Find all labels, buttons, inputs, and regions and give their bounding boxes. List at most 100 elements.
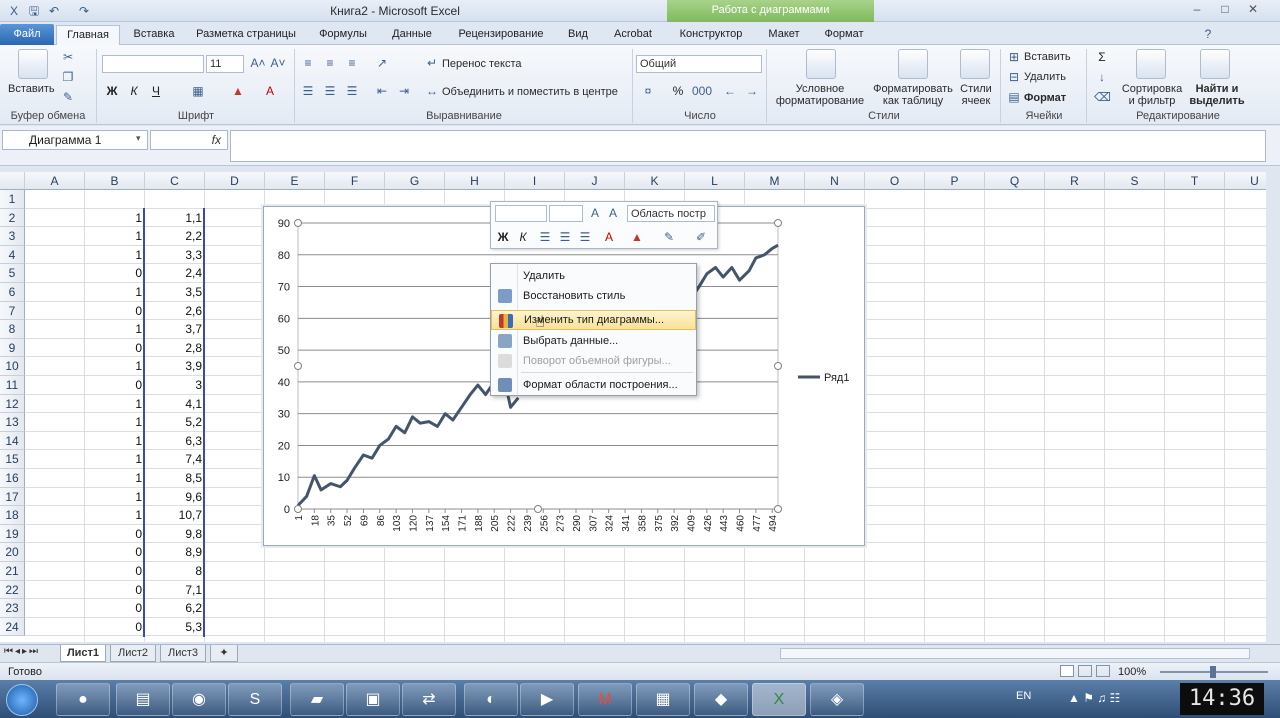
column-header[interactable]: M <box>745 172 805 190</box>
autosum-button[interactable]: Σ <box>1094 49 1110 65</box>
name-box-dropdown-icon[interactable]: ▾ <box>136 133 141 144</box>
sort-filter-icon[interactable] <box>1136 49 1166 79</box>
row-header[interactable]: 12 <box>0 394 25 414</box>
format-as-table-button[interactable]: Форматировать как таблицу <box>870 83 956 107</box>
cell-value[interactable]: 1 <box>85 506 145 524</box>
cell-value[interactable]: 0 <box>85 376 145 394</box>
cell-value[interactable]: 0 <box>85 581 145 599</box>
row-header[interactable]: 20 <box>0 543 25 562</box>
clock[interactable]: 14:36 <box>1180 683 1264 715</box>
menu-item-delete[interactable]: Удалить <box>491 266 696 286</box>
paste-button[interactable]: Вставить <box>8 83 55 95</box>
format-as-table-icon[interactable] <box>898 49 928 79</box>
excel-taskbar-icon[interactable]: X <box>752 683 806 716</box>
column-header[interactable]: Q <box>985 172 1045 190</box>
mini-fill-icon[interactable]: ▲ <box>629 229 645 245</box>
row-header[interactable]: 23 <box>0 599 25 618</box>
cell-value[interactable]: 0 <box>85 525 145 543</box>
normal-view-icon[interactable] <box>1060 665 1074 677</box>
cell-value[interactable]: 0 <box>85 562 145 580</box>
new-sheet-icon[interactable]: ✦ <box>210 645 238 662</box>
wrap-text-icon[interactable]: ↵ <box>424 55 440 71</box>
column-header[interactable]: T <box>1165 172 1225 190</box>
conditional-format-button[interactable]: Условное форматирование <box>770 83 870 107</box>
tab-page-layout[interactable]: Разметка страницы <box>190 25 302 45</box>
cell-styles-button[interactable]: Стили ячеек <box>956 83 996 107</box>
cell-value[interactable]: 1 <box>85 432 145 450</box>
mini-font-color-icon[interactable]: A <box>601 229 617 245</box>
mini-align-right-icon[interactable]: ☰ <box>577 229 593 245</box>
maximize-button[interactable]: □ <box>1214 2 1236 20</box>
column-header[interactable]: I <box>505 172 565 190</box>
other-app-icon[interactable]: ◈ <box>810 683 864 716</box>
column-header[interactable]: G <box>385 172 445 190</box>
menu-item-select-data[interactable]: Выбрать данные... <box>491 331 696 351</box>
mini-align-left-icon[interactable]: ☰ <box>537 229 553 245</box>
column-header[interactable]: L <box>685 172 745 190</box>
merge-icon[interactable]: ↔ <box>424 83 440 99</box>
row-header[interactable]: 16 <box>0 469 25 488</box>
column-header[interactable]: P <box>925 172 985 190</box>
name-box[interactable]: Диаграмма 1 <box>2 130 148 150</box>
column-header[interactable]: H <box>445 172 505 190</box>
align-middle-icon[interactable]: ≡ <box>322 55 338 71</box>
align-right-icon[interactable]: ☰ <box>344 83 360 99</box>
mini-font-combo[interactable] <box>495 205 547 222</box>
column-header[interactable]: A <box>25 172 85 190</box>
m-app-icon[interactable]: M <box>578 683 632 716</box>
shrink-font-icon[interactable]: A˅ <box>270 55 286 71</box>
cell-value[interactable]: 1 <box>85 283 145 301</box>
row-header[interactable]: 7 <box>0 301 25 321</box>
insert-cells-button[interactable]: Вставить <box>1024 51 1071 63</box>
sort-filter-button[interactable]: Сортировка и фильтр <box>1118 83 1186 107</box>
increase-decimal-icon[interactable]: ← <box>722 83 738 99</box>
menu-item-format-plot-area[interactable]: Формат области построения... <box>491 375 696 395</box>
column-header[interactable]: C <box>145 172 205 190</box>
minimize-button[interactable]: – <box>1186 2 1208 20</box>
clear-icon[interactable]: ⌫ <box>1094 89 1111 105</box>
grow-font-icon[interactable]: A˄ <box>250 55 266 71</box>
app-icon[interactable]: ▰ <box>290 683 344 716</box>
mini-align-center-icon[interactable]: ☰ <box>557 229 573 245</box>
borders-icon[interactable]: ▦ <box>190 83 206 99</box>
column-header[interactable]: O <box>865 172 925 190</box>
start-button[interactable] <box>6 684 38 716</box>
tab-formulas[interactable]: Формулы <box>310 25 376 45</box>
column-header[interactable]: U <box>1225 172 1266 190</box>
copy-icon[interactable]: ❐ <box>60 69 76 85</box>
cell-value[interactable]: 1 <box>85 209 145 227</box>
cell-value[interactable]: 1 <box>85 357 145 375</box>
fill-color-icon[interactable]: ▲ <box>230 83 246 99</box>
tab-design[interactable]: Конструктор <box>672 25 750 45</box>
decrease-indent-icon[interactable]: ⇤ <box>374 83 390 99</box>
column-header[interactable]: E <box>265 172 325 190</box>
row-header[interactable]: 19 <box>0 524 25 544</box>
close-button[interactable]: ✕ <box>1242 2 1264 20</box>
currency-icon[interactable]: ¤ <box>640 83 656 99</box>
horizontal-scrollbar[interactable] <box>780 648 1250 659</box>
insert-function-button[interactable]: fx <box>150 130 228 150</box>
tab-home[interactable]: Главная <box>56 25 120 45</box>
chart-element-combo[interactable]: Область постр <box>627 205 715 222</box>
firefox-icon[interactable]: ● <box>56 683 110 716</box>
row-header[interactable]: 6 <box>0 283 25 302</box>
language-indicator[interactable]: EN <box>1016 690 1031 702</box>
format-cells-icon[interactable]: ▤ <box>1006 89 1022 105</box>
row-header[interactable]: 14 <box>0 431 25 451</box>
comma-style-icon[interactable]: 000 <box>692 83 712 99</box>
italic-button[interactable]: К <box>126 83 142 99</box>
align-center-icon[interactable]: ☰ <box>322 83 338 99</box>
formula-input[interactable] <box>230 130 1266 162</box>
row-header[interactable]: 2 <box>0 208 25 228</box>
column-header[interactable]: S <box>1105 172 1165 190</box>
zoom-level[interactable]: 100% <box>1118 664 1146 680</box>
page-layout-view-icon[interactable] <box>1078 665 1092 677</box>
explorer-icon[interactable]: ▤ <box>116 683 170 716</box>
mini-bold-button[interactable]: Ж <box>495 229 511 245</box>
find-select-icon[interactable] <box>1200 49 1230 79</box>
zoom-slider-thumb[interactable] <box>1210 666 1216 678</box>
column-header[interactable]: J <box>565 172 625 190</box>
tab-data[interactable]: Данные <box>382 25 442 45</box>
tab-insert[interactable]: Вставка <box>126 25 182 45</box>
align-bottom-icon[interactable]: ≡ <box>344 55 360 71</box>
